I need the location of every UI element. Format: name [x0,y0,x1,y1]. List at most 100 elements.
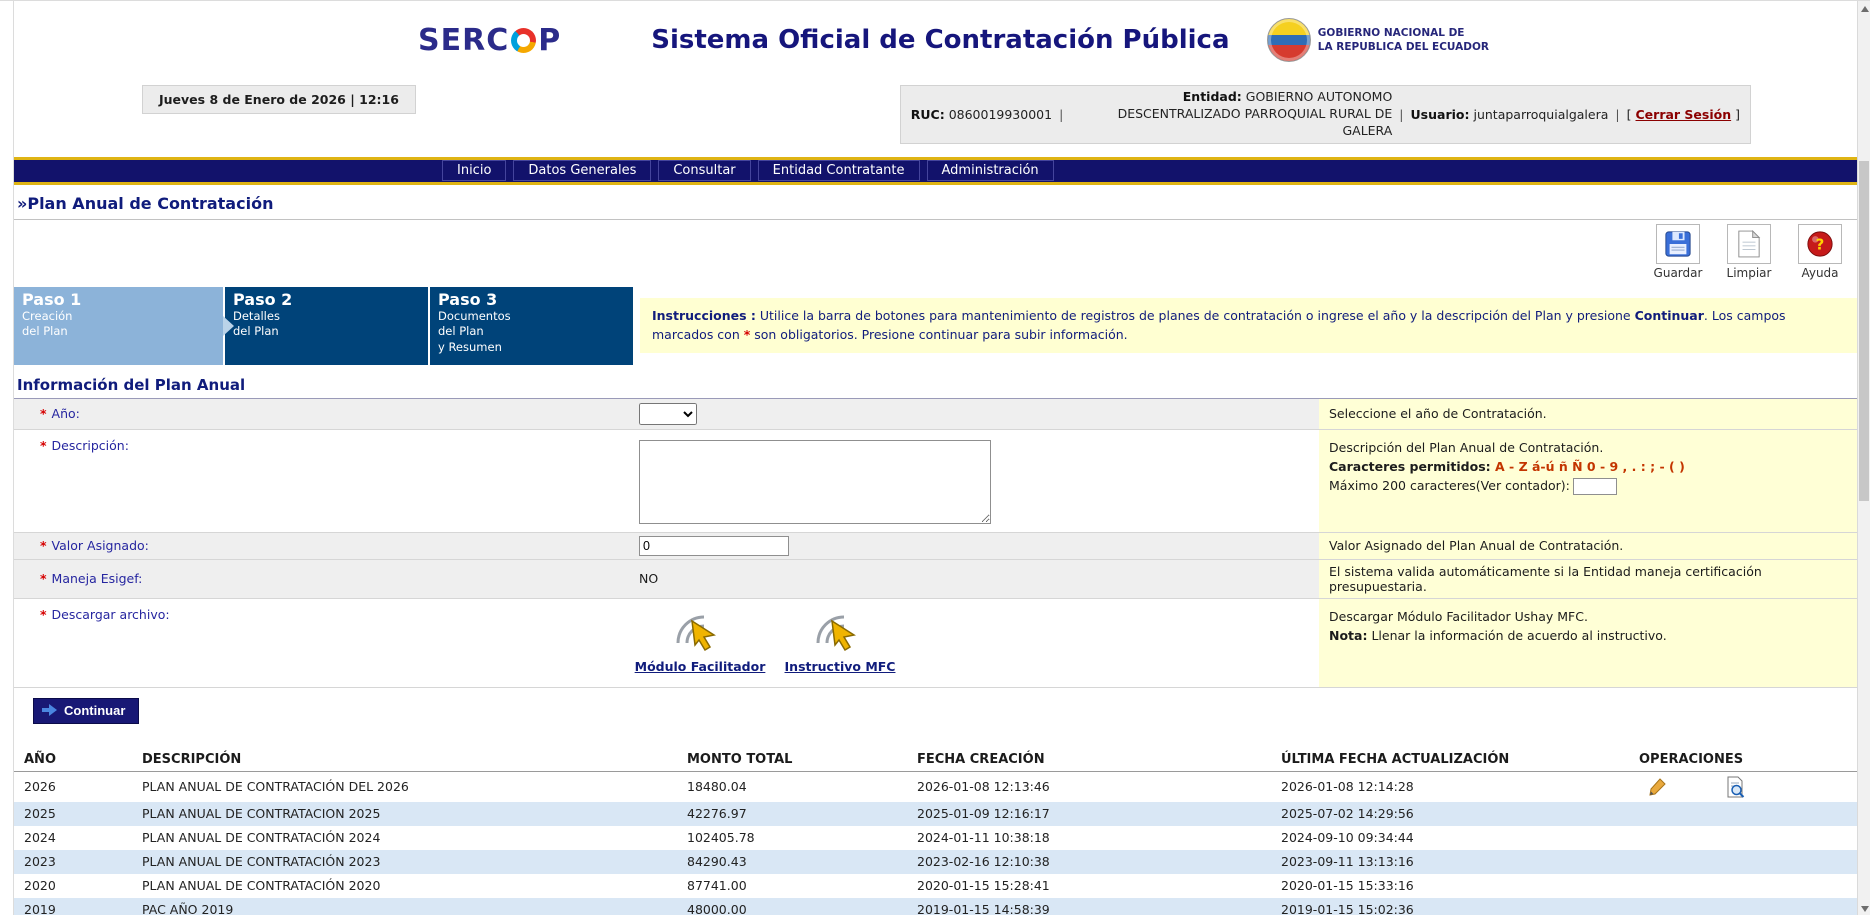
amount-cell: 87741.00 [683,874,913,898]
nav-item-inicio[interactable]: Inicio [442,160,506,181]
form-row-valor: * Valor Asignado: Valor Asignado del Pla… [14,533,1857,560]
system-title: Sistema Oficial de Contratación Pública [651,25,1229,55]
separator: | [1399,107,1403,122]
esigef-help: El sistema valida automáticamente si la … [1319,560,1857,598]
descargar-label-cell: * Descargar archivo: [14,599,633,687]
anio-label: Año: [52,406,80,421]
description-textarea[interactable] [639,440,991,524]
entity-value: GOBIERNO AUTONOMO DESCENTRALIZADO PARROQ… [1118,89,1393,138]
help-button[interactable]: ? Ayuda [1791,224,1849,280]
ecuador-crest-icon [1267,18,1311,62]
instructivo-mfc-label[interactable]: Instructivo MFC [785,659,896,674]
edit-plan-icon[interactable] [1647,777,1667,797]
required-marker: * [40,571,47,586]
logout-bracket-close: ] [1735,107,1740,122]
nav-item-entidad-contratante[interactable]: Entidad Contratante [758,160,920,181]
amount-cell: 48000.00 [683,898,913,915]
descripcion-help-line2: Caracteres permitidos: A - Z á-ú ñ Ñ 0 -… [1329,457,1685,476]
description-cell: PLAN ANUAL DE CONTRATACIÓN 2024 [138,826,683,850]
step-1-line1: Creación [22,309,213,325]
form-row-descripcion: * Descripción: Descripción del Plan Anua… [14,430,1857,533]
year-cell: 2026 [14,771,138,802]
info-bar: Jueves 8 de Enero de 2026 | 12:16 RUC: 0… [14,85,1857,144]
wizard-step-3: Paso 3 Documentos del Plan y Resumen [430,287,633,365]
description-cell: PLAN ANUAL DE CONTRATACION 2025 [138,802,683,826]
save-button-label: Guardar [1649,266,1707,280]
step-3-line1: Documentos [438,309,623,325]
required-marker: * [40,538,47,553]
page-container: SERC P Sistema Oficial de Contratación P… [13,1,1857,915]
modulo-facilitador-label[interactable]: Módulo Facilitador [635,659,766,674]
form-row-esigef: * Maneja Esigef: NO El sistema valida au… [14,560,1857,599]
description-cell: PAC AÑO 2019 [138,898,683,915]
created-cell: 2025-01-09 12:16:17 [913,802,1277,826]
wizard-step-1: Paso 1 Creación del Plan [14,287,223,365]
descripcion-help-line1: Descripción del Plan Anual de Contrataci… [1329,438,1685,457]
year-select[interactable] [639,403,697,425]
logout-link[interactable]: Cerrar Sesión [1636,107,1732,122]
amount-cell: 42276.97 [683,802,913,826]
step-3-line3: y Resumen [438,340,623,356]
gov-text-line2: LA REPUBLICA DEL ECUADOR [1318,40,1489,54]
scrollbar-thumb[interactable] [1859,161,1869,501]
header-fecha-creacion: FECHA CREACIÓN [913,748,1277,772]
updated-cell: 2026-01-08 12:14:28 [1277,771,1635,802]
description-cell: PLAN ANUAL DE CONTRATACIÓN DEL 2026 [138,771,683,802]
nav-item-datos-generales[interactable]: Datos Generales [513,160,651,181]
counter-input[interactable] [1573,478,1617,495]
esigef-label: Maneja Esigef: [52,571,143,586]
descripcion-input-cell [633,430,1319,532]
entity-info: Entidad: GOBIERNO AUTONOMO DESCENTRALIZA… [1070,89,1392,140]
help-button-label: Ayuda [1791,266,1849,280]
user-info: Usuario: juntaparroquialgalera [1411,107,1609,122]
save-icon[interactable] [1656,224,1700,264]
wizard-steps: Paso 1 Creación del Plan Paso 2 Detalles… [14,287,1857,365]
year-cell: 2019 [14,898,138,915]
ruc-value: 0860019930001 [949,107,1052,122]
scrollbar[interactable] [1857,1,1870,915]
gov-text-line1: GOBIERNO NACIONAL DE [1318,26,1489,40]
continue-arrow-icon [42,704,57,716]
plans-table: AÑO DESCRIPCIÓN MONTO TOTAL FECHA CREACI… [14,748,1857,915]
logout-wrapper: [ Cerrar Sesión ] [1627,107,1740,122]
descargar-help-line2: Nota: Llenar la información de acuerdo a… [1329,626,1667,645]
scrollbar-up-arrow[interactable] [1858,1,1870,16]
updated-cell: 2020-01-15 15:33:16 [1277,874,1635,898]
continue-button[interactable]: Continuar [33,698,139,724]
save-button[interactable]: Guardar [1649,224,1707,280]
valor-help: Valor Asignado del Plan Anual de Contrat… [1319,533,1857,559]
continue-button-label: Continuar [64,703,125,718]
updated-cell: 2023-09-11 13:13:16 [1277,850,1635,874]
modulo-facilitador-link[interactable]: Módulo Facilitador [641,609,759,674]
operations-cell [1635,874,1857,898]
anio-help: Seleccione el año de Contratación. [1319,399,1857,429]
logout-bracket-open: [ [1627,107,1632,122]
required-marker: * [40,607,47,622]
scrollbar-down-arrow[interactable] [1858,901,1870,915]
anio-label-cell: * Año: [14,399,633,429]
descargar-label: Descargar archivo: [52,607,170,622]
form-section-title: Información del Plan Anual [14,370,1857,399]
clear-button[interactable]: Limpiar [1720,224,1778,280]
clear-icon[interactable] [1727,224,1771,264]
nav-item-consultar[interactable]: Consultar [658,160,750,181]
svg-text:?: ? [1816,235,1825,253]
anio-input-cell [633,399,1319,429]
separator: | [1615,107,1619,122]
table-row: 2020 PLAN ANUAL DE CONTRATACIÓN 2020 877… [14,874,1857,898]
valor-input[interactable] [639,536,789,556]
counter-label: Máximo 200 caracteres(Ver contador): [1329,478,1570,493]
description-cell: PLAN ANUAL DE CONTRATACIÓN 2023 [138,850,683,874]
descripcion-help-line3: Máximo 200 caracteres(Ver contador): [1329,476,1685,495]
help-icon[interactable]: ? [1798,224,1842,264]
entity-label: Entidad: [1183,89,1242,104]
step-3-line2: del Plan [438,324,623,340]
form-row-descargar: * Descargar archivo: Módulo Facilitador [14,599,1857,688]
view-plan-details-icon[interactable] [1725,776,1745,798]
amount-cell: 18480.04 [683,771,913,802]
nav-item-administracion[interactable]: Administración [927,160,1054,181]
instructivo-mfc-link[interactable]: Instructivo MFC [781,609,899,674]
instructions-continuar-word: Continuar [1635,308,1704,323]
year-cell: 2023 [14,850,138,874]
valor-label-cell: * Valor Asignado: [14,533,633,559]
